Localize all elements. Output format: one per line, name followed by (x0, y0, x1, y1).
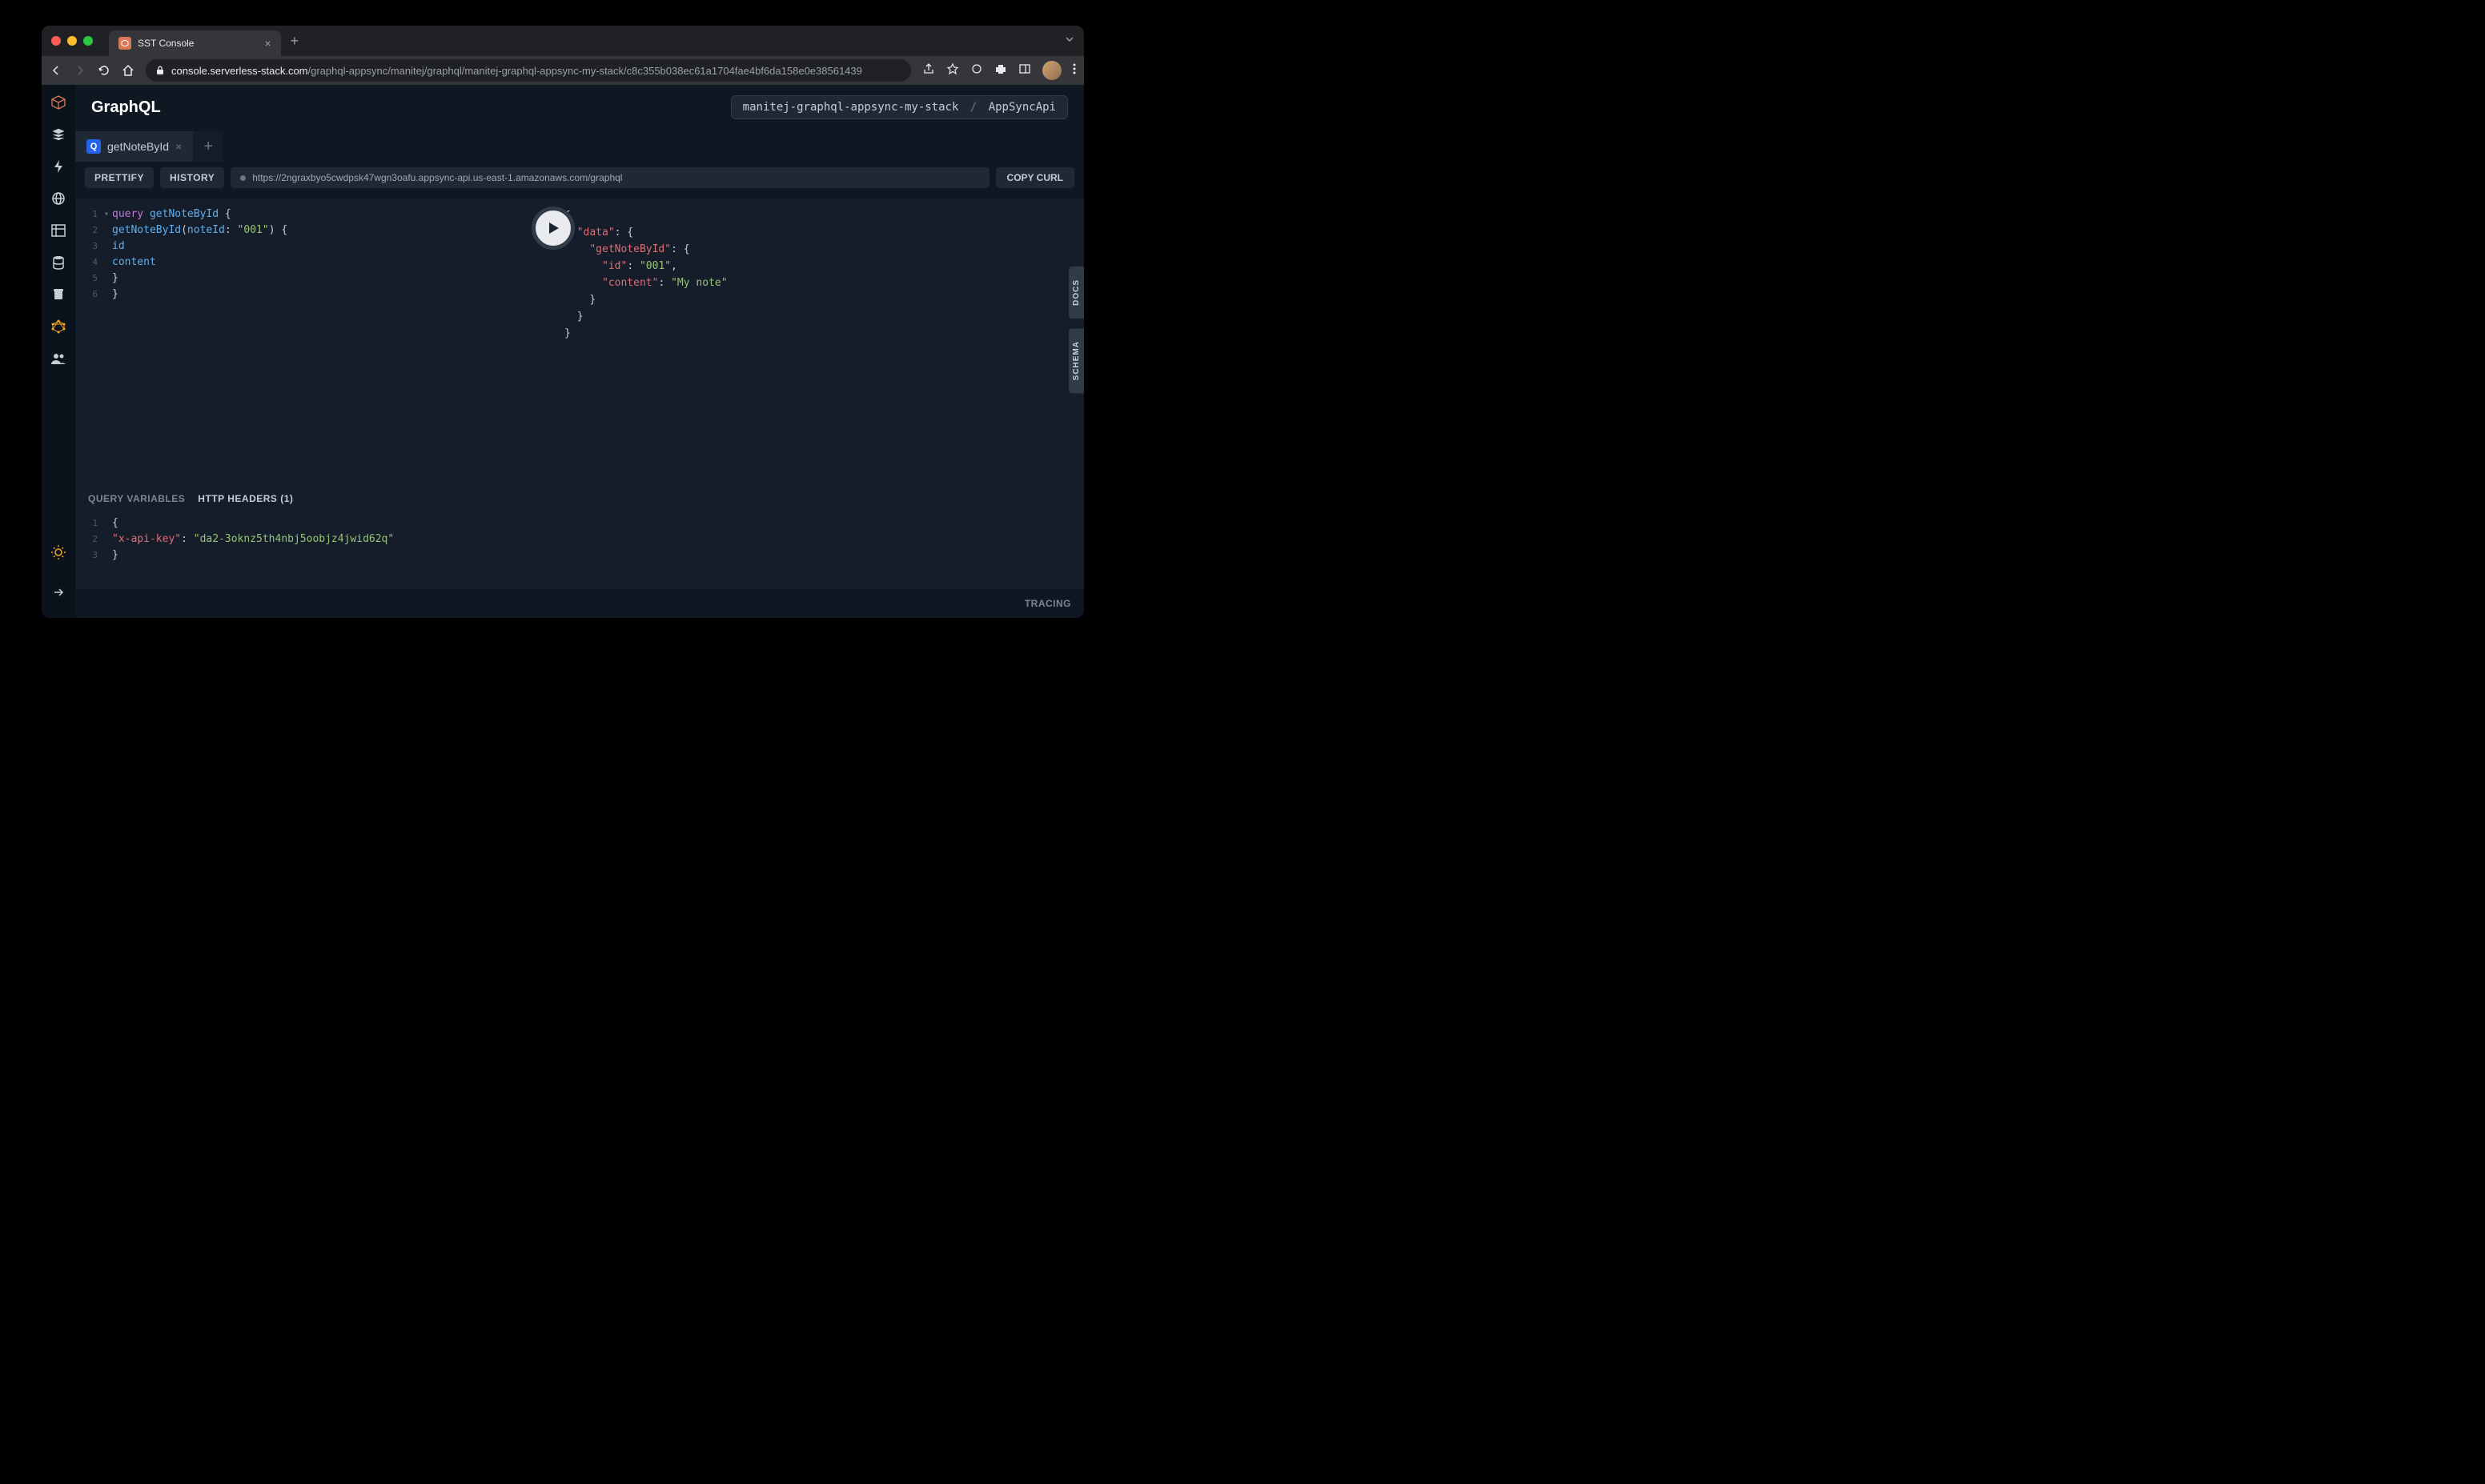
prettify-button[interactable]: PRETTIFY (85, 167, 154, 188)
close-window-button[interactable] (51, 36, 61, 46)
graphql-icon[interactable] (50, 319, 66, 335)
endpoint-status-dot (240, 175, 246, 181)
query-tab-name: getNoteById (107, 140, 169, 153)
forward-button[interactable] (74, 64, 86, 77)
traffic-lights (51, 36, 93, 46)
run-query-button[interactable] (532, 207, 575, 250)
main-content: GraphQL manitej-graphql-appsync-my-stack… (75, 85, 1084, 618)
breadcrumb[interactable]: manitej-graphql-appsync-my-stack / AppSy… (731, 95, 1068, 119)
api-icon[interactable] (50, 191, 66, 207)
endpoint-input[interactable]: https://2ngraxbyo5cwdpsk47wgn3oafu.appsy… (231, 167, 989, 188)
lock-icon (155, 66, 165, 75)
logo-icon[interactable] (50, 94, 66, 110)
query-editor[interactable]: 1▾query getNoteById {2 getNoteById(noteI… (75, 199, 544, 485)
breadcrumb-sep: / (970, 101, 977, 114)
bottom-tabs: QUERY VARIABLES HTTP HEADERS (1) (75, 485, 544, 509)
app-sidebar (42, 85, 75, 618)
footer: TRACING (75, 589, 1084, 618)
endpoint-url: https://2ngraxbyo5cwdpsk47wgn3oafu.appsy… (252, 172, 622, 183)
reload-button[interactable] (98, 64, 110, 77)
url-path: /graphql-appsync/manitej/graphql/manitej… (308, 65, 862, 77)
url-bar[interactable]: console.serverless-stack.com/graphql-app… (146, 59, 911, 82)
functions-icon[interactable] (50, 158, 66, 174)
breadcrumb-stack: manitej-graphql-appsync-my-stack (743, 101, 959, 114)
database-icon[interactable] (50, 255, 66, 271)
bucket-icon[interactable] (50, 287, 66, 303)
http-headers-tab[interactable]: HTTP HEADERS (1) (198, 493, 293, 504)
theme-icon[interactable] (50, 544, 66, 560)
expand-tabs-icon[interactable] (1065, 34, 1074, 48)
browser-tabs-bar: SST Console × + (42, 26, 1084, 56)
panel-icon[interactable] (1018, 62, 1031, 79)
minimize-window-button[interactable] (67, 36, 77, 46)
query-type-badge: Q (86, 139, 101, 154)
docs-tab[interactable]: DOCS (1069, 267, 1084, 319)
back-button[interactable] (50, 64, 62, 77)
share-icon[interactable] (922, 62, 935, 79)
query-variables-tab[interactable]: QUERY VARIABLES (88, 493, 185, 504)
new-tab-button[interactable]: + (291, 33, 299, 50)
menu-icon[interactable] (1073, 62, 1076, 79)
tab-close-button[interactable]: × (264, 37, 271, 50)
tracing-button[interactable]: TRACING (1025, 598, 1071, 609)
bookmark-icon[interactable] (946, 62, 959, 79)
query-tabs: Q getNoteById × + (75, 130, 1084, 163)
maximize-window-button[interactable] (83, 36, 93, 46)
sidebar-expand-button[interactable] (42, 576, 75, 608)
headers-editor[interactable]: 1{2 "x-api-key": "da2-3oknz5th4nbj5oobjz… (75, 509, 544, 589)
tab-favicon (118, 37, 131, 50)
home-button[interactable] (122, 64, 134, 77)
stacks-icon[interactable] (50, 126, 66, 142)
circle-icon[interactable] (970, 62, 983, 79)
page-header: GraphQL manitej-graphql-appsync-my-stack… (75, 85, 1084, 130)
page-title: GraphQL (91, 98, 161, 117)
history-button[interactable]: HISTORY (160, 167, 224, 188)
app-body: GraphQL manitej-graphql-appsync-my-stack… (42, 85, 1084, 618)
browser-window: SST Console × + console.serverless-stack… (42, 26, 1084, 618)
side-tabs: DOCS SCHEMA (1069, 267, 1084, 393)
add-query-tab-button[interactable]: + (193, 131, 223, 162)
browser-toolbar-icons (922, 61, 1076, 80)
address-bar: console.serverless-stack.com/graphql-app… (42, 56, 1084, 85)
url-domain: console.serverless-stack.com (171, 65, 308, 77)
browser-tab[interactable]: SST Console × (109, 30, 281, 56)
graphql-toolbar: PRETTIFY HISTORY https://2ngraxbyo5cwdps… (75, 163, 1084, 192)
editor-area: 1▾query getNoteById {2 getNoteById(noteI… (75, 199, 1084, 589)
tab-title: SST Console (138, 38, 194, 49)
extensions-icon[interactable] (994, 62, 1007, 79)
breadcrumb-api: AppSyncApi (989, 101, 1056, 114)
users-icon[interactable] (50, 351, 66, 367)
profile-avatar[interactable] (1042, 61, 1062, 80)
query-pane: 1▾query getNoteById {2 getNoteById(noteI… (75, 199, 544, 589)
query-tab-close-icon[interactable]: × (175, 140, 182, 153)
query-tab[interactable]: Q getNoteById × (75, 131, 193, 162)
table-icon[interactable] (50, 223, 66, 239)
copy-curl-button[interactable]: COPY CURL (996, 167, 1074, 188)
response-pane: ▾{▾ "data": { "getNoteById": { "id": "00… (544, 199, 1084, 589)
schema-tab[interactable]: SCHEMA (1069, 328, 1084, 393)
